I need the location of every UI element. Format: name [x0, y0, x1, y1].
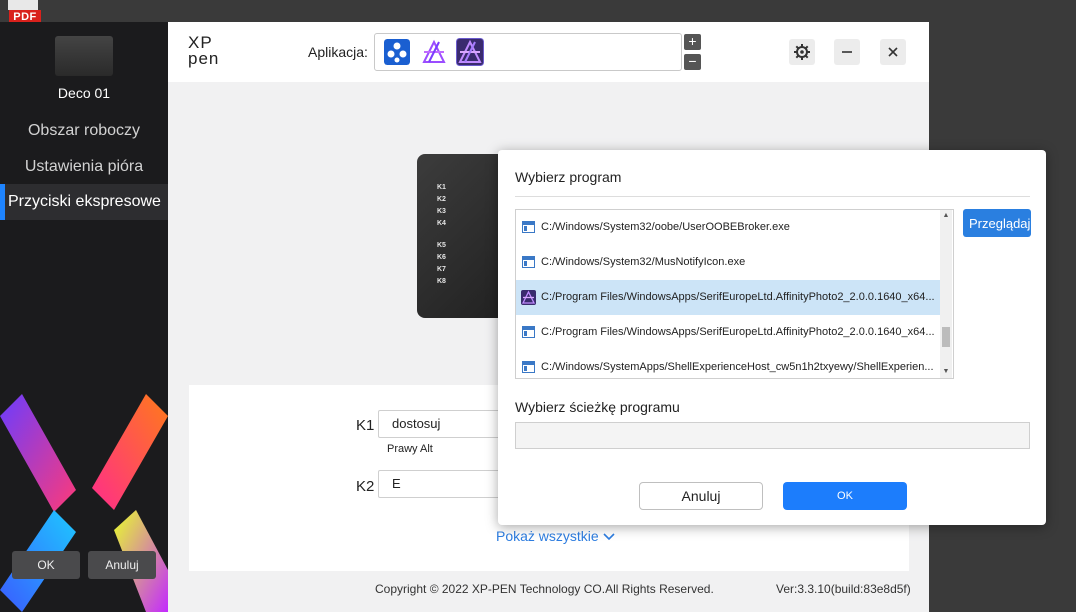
window-icon: [522, 221, 535, 233]
program-path: C:/Program Files/WindowsApps/SerifEurope…: [541, 326, 935, 338]
device-name: Deco 01: [57, 85, 111, 101]
pdf-desktop-icon[interactable]: PDF: [4, 0, 41, 24]
chevron-down-icon: [603, 533, 615, 541]
tablet-key-label[interactable]: K2: [437, 196, 446, 203]
dialog-cancel-button[interactable]: Anuluj: [639, 482, 763, 510]
sidebar-item-express-keys[interactable]: Przyciski ekspresowe: [0, 184, 168, 220]
all-apps-icon[interactable]: [384, 39, 410, 65]
program-list-item[interactable]: C:/Program Files/WindowsApps/SerifEurope…: [516, 315, 940, 350]
window-icon: [522, 361, 535, 373]
window-icon: [522, 326, 535, 338]
program-list[interactable]: C:/Windows/System32/oobe/UserOOBEBroker.…: [515, 209, 954, 379]
k2-label: K2: [356, 478, 375, 495]
sidebar-cancel-button[interactable]: Anuluj: [88, 551, 156, 579]
program-path: C:/Windows/System32/oobe/UserOOBEBroker.…: [541, 221, 790, 233]
top-bar: XP pen Aplikacja: + −: [168, 22, 929, 82]
show-all-link[interactable]: Pokaż wszystkie: [496, 528, 615, 544]
program-list-item[interactable]: C:/Windows/SystemApps/ShellExperienceHos…: [516, 350, 940, 378]
version-text: Ver:3.3.10(build:83e8d5f): [776, 582, 911, 596]
k2-function-field[interactable]: E: [378, 470, 518, 498]
tablet-key-label[interactable]: K5: [437, 242, 446, 249]
tablet-key-label[interactable]: K1: [437, 184, 446, 191]
close-button[interactable]: [880, 39, 906, 65]
k1-label: K1: [356, 417, 375, 434]
dialog-divider: [515, 196, 1030, 197]
sidebar-item-work-area[interactable]: Obszar roboczy: [0, 113, 168, 149]
choose-program-dialog: Wybierz program C:/Windows/System32/oobe…: [498, 150, 1046, 525]
application-selector: [374, 33, 682, 71]
program-path: C:/Windows/SystemApps/ShellExperienceHos…: [541, 361, 934, 373]
k1-function-field[interactable]: dostosuj: [378, 410, 518, 438]
minimize-icon: [842, 51, 852, 53]
show-all-label: Pokaż wszystkie: [496, 528, 599, 544]
affinity-photo-selected-icon[interactable]: [456, 38, 484, 66]
close-icon: [888, 47, 898, 57]
affinity-photo-icon[interactable]: [421, 39, 447, 65]
window-icon: [522, 256, 535, 268]
tablet-key-label[interactable]: K8: [437, 278, 446, 285]
program-list-scrollbar[interactable]: ▲ ▼: [940, 210, 952, 378]
program-list-item[interactable]: C:/Windows/System32/MusNotifyIcon.exe: [516, 245, 940, 280]
scrollbar-thumb[interactable]: [942, 327, 950, 347]
application-label: Aplikacja:: [308, 44, 368, 60]
copyright-text: Copyright © 2022 XP-PEN Technology CO.Al…: [375, 582, 714, 596]
browse-button[interactable]: Przeglądaj: [963, 209, 1031, 237]
pdf-page-icon: [8, 0, 38, 10]
remove-application-button[interactable]: −: [684, 54, 701, 70]
device-thumbnail: [55, 36, 113, 76]
program-path-input[interactable]: [515, 422, 1030, 449]
program-list-item-selected[interactable]: C:/Program Files/WindowsApps/SerifEurope…: [516, 280, 940, 315]
minimize-button[interactable]: [834, 39, 860, 65]
affinity-photo-icon: [521, 290, 536, 305]
scroll-down-icon[interactable]: ▼: [940, 366, 952, 378]
program-path-label: Wybierz ścieżkę programu: [515, 399, 680, 415]
dialog-title: Wybierz program: [515, 169, 622, 185]
sidebar-ok-button[interactable]: OK: [12, 551, 80, 579]
program-list-item[interactable]: C:/Windows/System32/oobe/UserOOBEBroker.…: [516, 210, 940, 245]
tablet-key-label[interactable]: K6: [437, 254, 446, 261]
tablet-key-label[interactable]: K3: [437, 208, 446, 215]
sidebar: Deco 01 Obszar roboczy Ustawienia pióra …: [0, 22, 168, 612]
xp-pen-logo-icon: [0, 394, 168, 612]
xp-pen-brand: XP pen: [188, 34, 220, 68]
program-path: C:/Windows/System32/MusNotifyIcon.exe: [541, 256, 746, 268]
scroll-up-icon[interactable]: ▲: [940, 210, 952, 222]
gear-icon: [794, 44, 810, 60]
brand-line-2: pen: [188, 49, 220, 68]
tablet-key-label[interactable]: K7: [437, 266, 446, 273]
add-application-button[interactable]: +: [684, 34, 701, 50]
settings-gear-icon[interactable]: [789, 39, 815, 65]
dialog-ok-button[interactable]: OK: [783, 482, 907, 510]
tablet-key-label[interactable]: K4: [437, 220, 446, 227]
sidebar-item-pen-settings[interactable]: Ustawienia pióra: [0, 149, 168, 185]
k1-shortcut-label: Prawy Alt: [387, 443, 433, 455]
program-path: C:/Program Files/WindowsApps/SerifEurope…: [541, 291, 935, 303]
